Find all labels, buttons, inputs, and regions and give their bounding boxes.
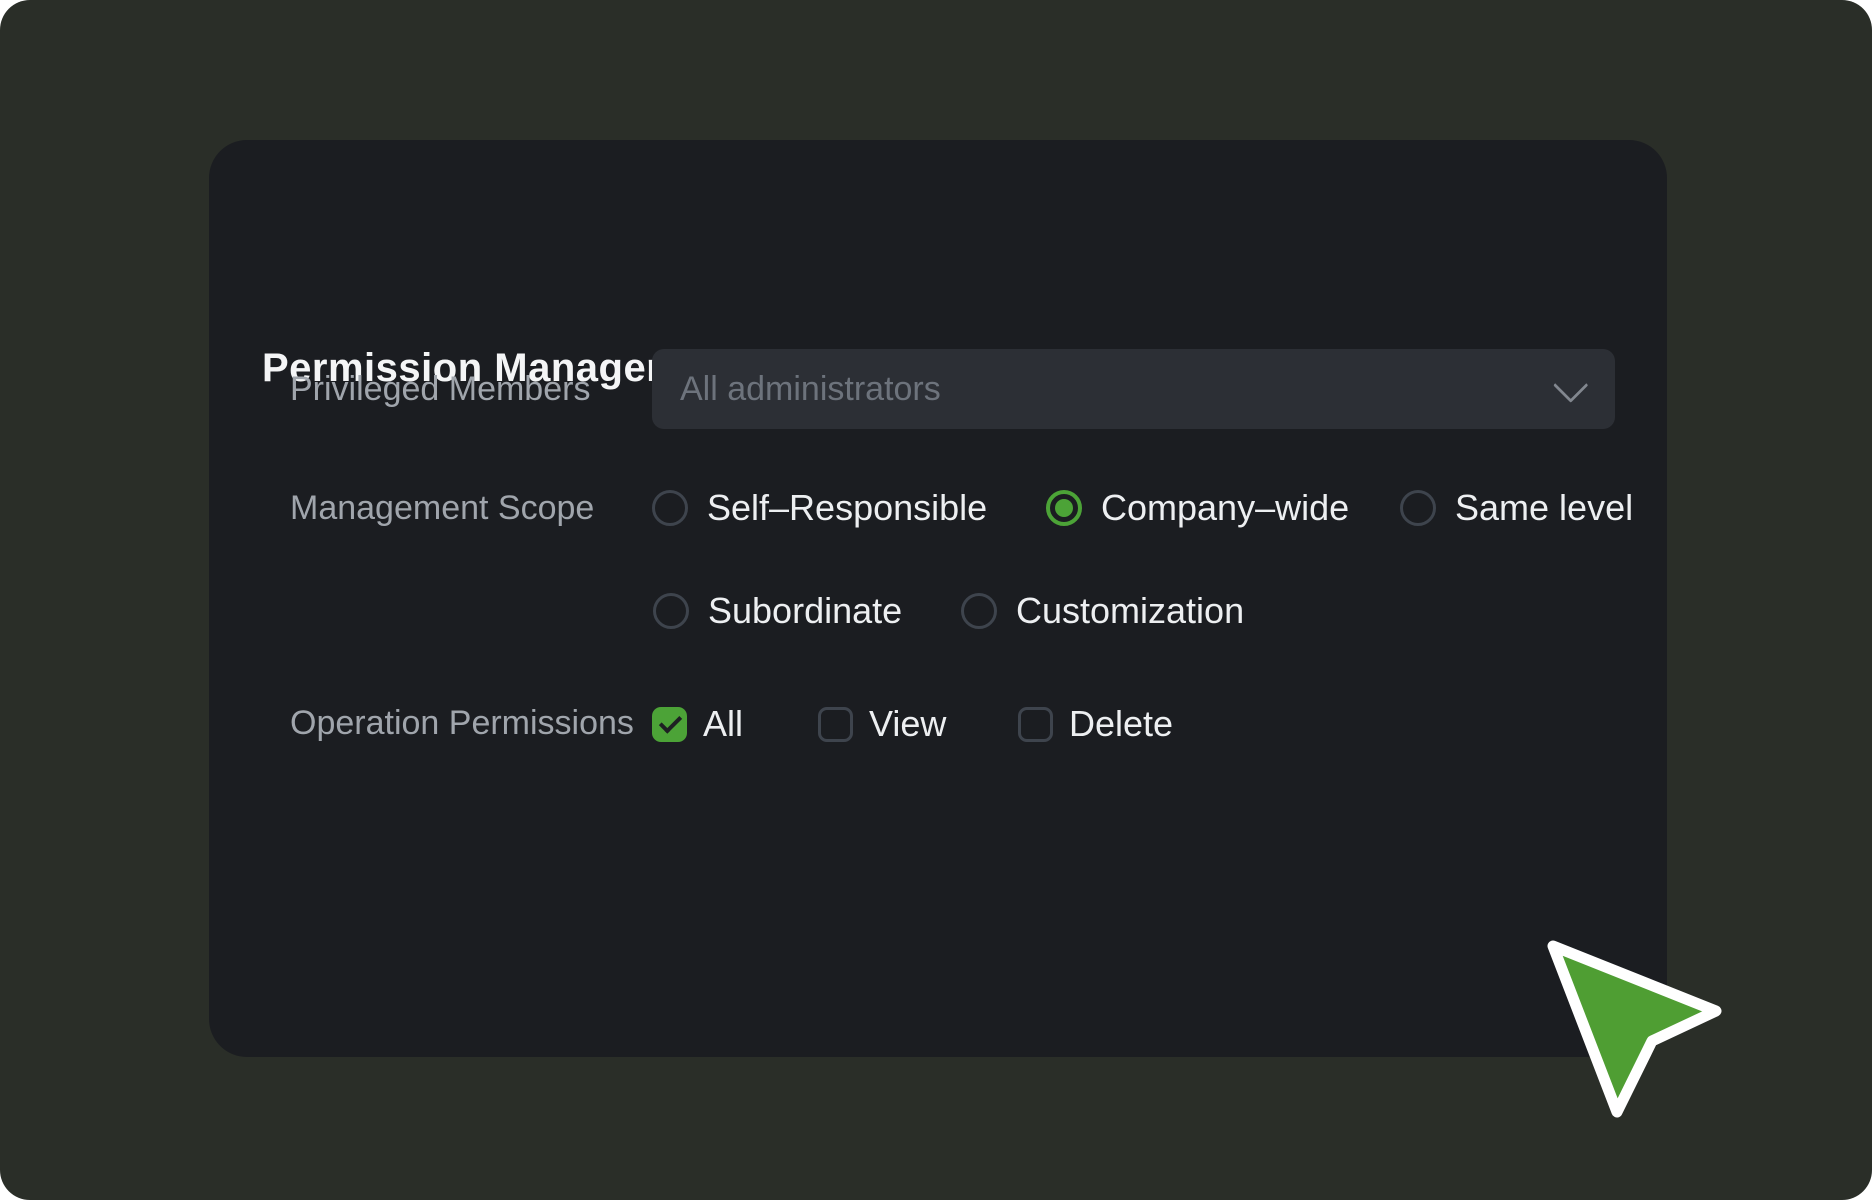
radio-icon[interactable] [1046, 490, 1082, 526]
radio-icon[interactable] [653, 593, 689, 629]
operation-permissions-label: Operation Permissions [290, 703, 634, 743]
management-scope-label: Management Scope [290, 488, 594, 528]
radio-label: Company–wide [1101, 490, 1349, 526]
checkbox-label: View [869, 706, 946, 742]
radio-icon[interactable] [961, 593, 997, 629]
screen-background: Permission Management Privileged Members… [0, 0, 1872, 1200]
checkbox-icon[interactable] [652, 707, 687, 742]
privileged-members-placeholder: All administrators [680, 369, 1554, 409]
privileged-members-label: Privileged Members [290, 369, 590, 409]
permission-management-panel: Permission Management Privileged Members… [209, 140, 1667, 1057]
radio-label: Self–Responsible [707, 490, 987, 526]
checkbox-view[interactable]: View [818, 706, 946, 742]
checkbox-label: Delete [1069, 706, 1173, 742]
checkbox-icon[interactable] [818, 707, 853, 742]
radio-subordinate[interactable]: Subordinate [653, 593, 902, 629]
radio-company-wide[interactable]: Company–wide [1046, 490, 1349, 526]
checkbox-all[interactable]: All [652, 706, 743, 742]
privileged-members-select[interactable]: All administrators [652, 349, 1615, 429]
radio-icon[interactable] [1400, 490, 1436, 526]
radio-customization[interactable]: Customization [961, 593, 1244, 629]
radio-label: Same level [1455, 490, 1633, 526]
checkbox-icon[interactable] [1018, 707, 1053, 742]
radio-label: Customization [1016, 593, 1244, 629]
radio-self-responsible[interactable]: Self–Responsible [652, 490, 987, 526]
chevron-down-icon [1553, 367, 1588, 402]
radio-label: Subordinate [708, 593, 902, 629]
checkbox-label: All [703, 706, 743, 742]
checkbox-delete[interactable]: Delete [1018, 706, 1173, 742]
radio-icon[interactable] [652, 490, 688, 526]
radio-same-level[interactable]: Same level [1400, 490, 1633, 526]
